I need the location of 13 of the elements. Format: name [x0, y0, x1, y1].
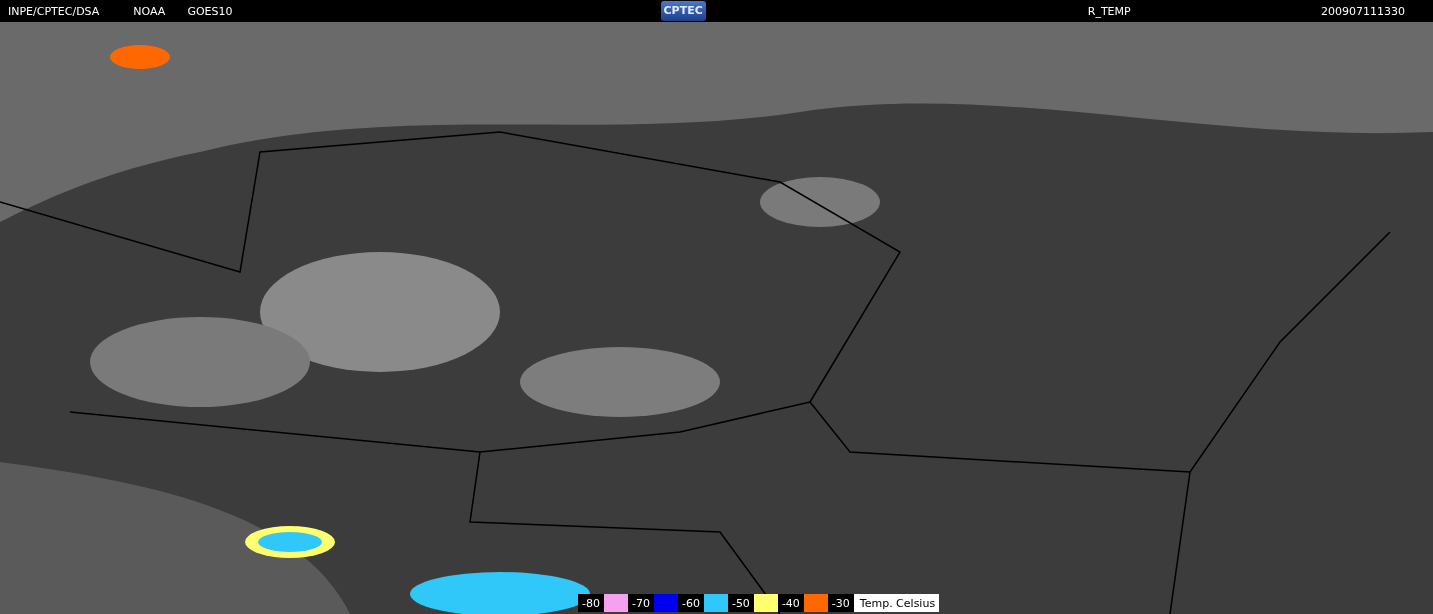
legend-label: -70 — [627, 594, 654, 612]
legend-label: -40 — [777, 594, 804, 612]
satellite-label: GOES10 — [187, 4, 233, 18]
product-label: R_TEMP — [1087, 4, 1131, 18]
legend-label: -30 — [827, 594, 854, 612]
legend-title: Temp. Celsius — [853, 594, 940, 612]
logo: CPTEC — [660, 1, 706, 21]
timestamp: 200907111330 — [1321, 4, 1405, 18]
legend-label: -80 — [578, 594, 604, 612]
legend-label: -50 — [727, 594, 754, 612]
source-label: INPE/CPTEC/DSA — [8, 4, 100, 18]
legend-label: -60 — [677, 594, 704, 612]
agency-label: NOAA — [133, 4, 166, 18]
